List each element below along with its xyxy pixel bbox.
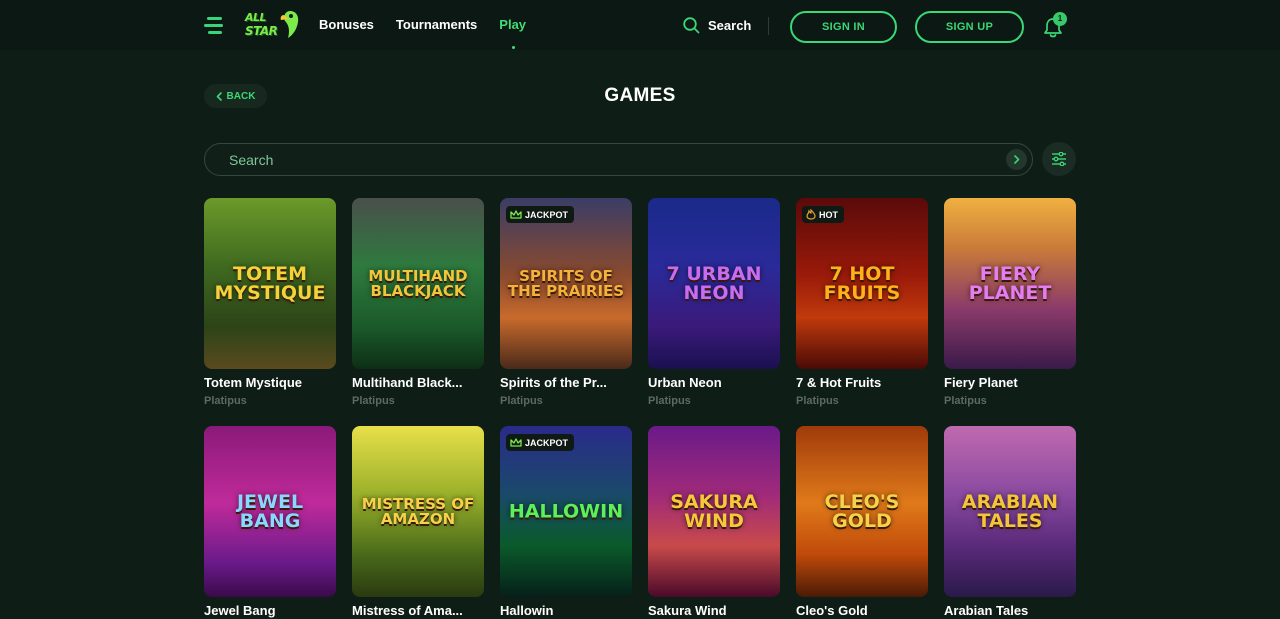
game-thumbnail[interactable]: MISTRESS OF AMAZON [352,426,484,597]
game-provider: Platipus [500,395,543,407]
jackpot-badge: JACKPOT [506,434,575,451]
notification-badge: 1 [1053,12,1067,26]
game-card[interactable]: ARABIAN TALES Arabian Tales [944,426,1076,618]
nav-item-bonuses[interactable]: Bonuses [319,0,374,50]
game-card[interactable]: SPIRITS OF THE PRAIRIES JACKPOT Spirits of… [500,198,632,407]
game-card[interactable]: JEWEL BANG Jewel Bang [204,426,336,618]
game-name[interactable]: Cleo's Gold [796,603,928,618]
game-art-title: SAKURA WIND [670,490,758,532]
game-name[interactable]: Sakura Wind [648,603,780,618]
game-art-title: FIERY PLANET [968,262,1052,304]
game-name[interactable]: Jewel Bang [204,603,336,618]
game-provider: Platipus [944,395,987,407]
game-thumbnail[interactable]: ARABIAN TALES [944,426,1076,597]
game-name[interactable]: Multihand Black... [352,375,484,390]
game-thumbnail[interactable]: CLEO'S GOLD [796,426,928,597]
nav-item-tournaments[interactable]: Tournaments [396,0,477,50]
game-name[interactable]: Hallowin [500,603,632,618]
game-card[interactable]: 7 HOT FRUITS HOT 7 & Hot Fruits Platipus [796,198,928,407]
game-art-title: MULTIHAND BLACKJACK [368,266,468,300]
game-provider: Platipus [204,395,247,407]
game-provider: Platipus [648,395,691,407]
game-card[interactable]: FIERY PLANET Fiery Planet Platipus [944,198,1076,407]
game-art-title: ARABIAN TALES [961,490,1059,532]
filter-button[interactable] [1042,142,1076,176]
game-art-title: MISTRESS OF AMAZON [361,494,475,528]
nav-item-play[interactable]: Play [499,0,526,50]
search-submit-button[interactable] [1006,149,1027,170]
game-card[interactable]: HALLOWIN JACKPOT Hallowin [500,426,632,618]
game-name[interactable]: Fiery Planet [944,375,1076,390]
game-art-title: HALLOWIN [508,500,624,522]
logo-line2: STAR [245,24,278,38]
chevron-right-icon [1013,155,1019,164]
game-art-title: 7 URBAN NEON [666,262,762,304]
menu-icon[interactable] [204,17,224,35]
game-card[interactable]: MULTIHAND BLACKJACK Multihand Black... Pla… [352,198,484,407]
logo-line1: ALL [245,11,267,24]
game-art-title: SPIRITS OF THE PRAIRIES [507,266,625,300]
game-name[interactable]: Mistress of Ama... [352,603,484,618]
toucan-icon [280,11,299,38]
notifications-button[interactable]: 1 [1043,12,1067,39]
logo[interactable]: ALL STAR [243,9,299,41]
game-name[interactable]: Totem Mystique [204,375,336,390]
game-card[interactable]: MISTRESS OF AMAZON Mistress of Ama... [352,426,484,618]
game-provider: Platipus [352,395,395,407]
search-icon [683,17,700,34]
sign-up-button[interactable]: SIGN UP [915,11,1024,43]
hot-badge: HOT [802,206,844,223]
game-art-title: CLEO'S GOLD [824,490,900,532]
game-thumbnail[interactable]: JEWEL BANG [204,426,336,597]
game-art-title: 7 HOT FRUITS [823,262,901,304]
game-thumbnail[interactable]: MULTIHAND BLACKJACK [352,198,484,369]
badge-label: HOT [819,209,838,220]
game-art-title: JEWEL BANG [236,490,304,532]
main-nav: Bonuses Tournaments Play [319,0,526,50]
sliders-icon [1052,152,1066,166]
crown-icon [510,437,522,447]
game-thumbnail[interactable]: SPIRITS OF THE PRAIRIES JACKPOT [500,198,632,369]
games-search-input[interactable] [229,144,989,175]
badge-label: JACKPOT [525,209,569,220]
game-card[interactable]: 7 URBAN NEON Urban Neon Platipus [648,198,780,407]
game-name[interactable]: Arabian Tales [944,603,1076,618]
game-thumbnail[interactable]: 7 HOT FRUITS HOT [796,198,928,369]
page-title: GAMES [604,85,676,106]
game-card[interactable]: CLEO'S GOLD Cleo's Gold [796,426,928,618]
game-provider: Platipus [796,395,839,407]
fire-icon [806,209,816,220]
game-name[interactable]: Urban Neon [648,375,780,390]
header-search[interactable]: Search [683,17,751,34]
header-search-label: Search [708,18,752,33]
game-thumbnail[interactable]: 7 URBAN NEON [648,198,780,369]
header-divider [768,17,769,35]
top-header: ALL STAR Bonuses Tournaments Play Search S… [0,0,1280,50]
badge-label: JACKPOT [525,437,569,448]
game-thumbnail[interactable]: FIERY PLANET [944,198,1076,369]
game-art-title: TOTEM MYSTIQUE [214,262,326,304]
games-search [204,143,1033,176]
game-name[interactable]: Spirits of the Pr... [500,375,632,390]
jackpot-badge: JACKPOT [506,206,575,223]
crown-icon [510,209,522,219]
game-card[interactable]: SAKURA WIND Sakura Wind [648,426,780,618]
game-card[interactable]: TOTEM MYSTIQUE Totem Mystique Platipus [204,198,336,407]
game-name[interactable]: 7 & Hot Fruits [796,375,928,390]
game-thumbnail[interactable]: HALLOWIN JACKPOT [500,426,632,597]
game-thumbnail[interactable]: TOTEM MYSTIQUE [204,198,336,369]
game-thumbnail[interactable]: SAKURA WIND [648,426,780,597]
sign-in-button[interactable]: SIGN IN [790,11,897,43]
